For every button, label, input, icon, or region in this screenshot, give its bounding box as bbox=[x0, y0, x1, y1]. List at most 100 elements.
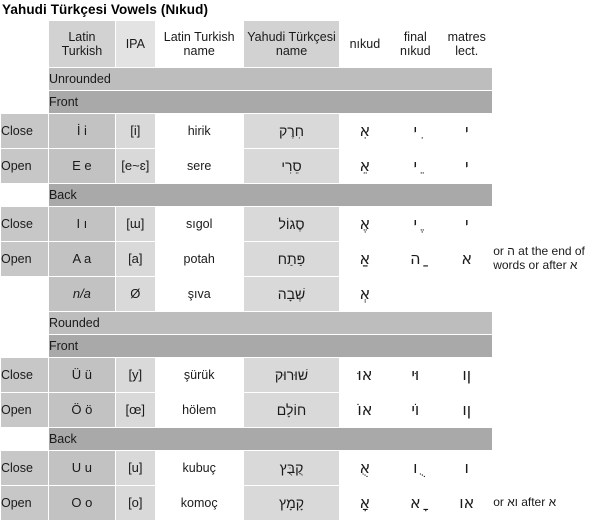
row-ipa: [a] bbox=[114, 241, 156, 277]
row-latin-turkish: Ü ü bbox=[47, 357, 116, 393]
row-matres: י bbox=[440, 113, 494, 149]
row-nikud: אָ bbox=[339, 485, 391, 521]
row-latin-name: şürük bbox=[154, 357, 244, 393]
row-latin-turkish: E e bbox=[47, 148, 116, 184]
table-row: Close I ı [ɯ] sıgol סֶגוֹל אֶ ֶי י bbox=[0, 206, 600, 242]
row-matres: י bbox=[440, 148, 494, 184]
table-row: Close İ i [i] hirik חִרֶק אִ ִי י bbox=[0, 113, 600, 149]
row-yahudi-name: סֶגוֹל bbox=[242, 206, 341, 242]
table-row: Open O o [o] komoç קָמָץ אָ ָא או or וא … bbox=[0, 485, 600, 521]
row-latin-turkish: İ i bbox=[47, 113, 116, 149]
header-nikud: nıkud bbox=[339, 20, 391, 68]
header-latin-turkish-name: Latin Turkish name bbox=[154, 20, 244, 68]
row-final-nikud: וֹי bbox=[389, 392, 442, 428]
band-gutter bbox=[0, 334, 49, 358]
row-matres bbox=[440, 276, 494, 312]
row-ipa: [u] bbox=[114, 450, 156, 486]
header-latin-turkish: Latin Turkish bbox=[47, 20, 116, 68]
row-yahudi-name: קָמָץ bbox=[242, 485, 341, 521]
header-corner-blank bbox=[0, 20, 49, 68]
row-ipa: [œ] bbox=[114, 392, 156, 428]
band-gutter bbox=[0, 67, 49, 91]
row-position: Open bbox=[0, 241, 49, 277]
group-band-back: Back bbox=[47, 427, 494, 451]
row-final-nikud: ֵי bbox=[389, 148, 442, 184]
row-final-nikud: ַה bbox=[389, 241, 442, 277]
row-nikud: אִ bbox=[339, 113, 391, 149]
table-row: Open E e [e~ɛ] sere סֵרִי אֵ ֵי י bbox=[0, 148, 600, 184]
band-spacer bbox=[492, 311, 600, 335]
band-gutter bbox=[0, 90, 49, 114]
row-yahudi-name: חִרֶק bbox=[242, 113, 341, 149]
row-matres: י bbox=[440, 206, 494, 242]
row-nikud: אַ bbox=[339, 241, 391, 277]
row-latin-turkish: O o bbox=[47, 485, 116, 521]
vowels-table: Latin Turkish IPA Latin Turkish name Yah… bbox=[0, 20, 600, 521]
band-spacer bbox=[492, 90, 600, 114]
row-matres: ןו bbox=[440, 392, 494, 428]
section-band-row: Rounded bbox=[0, 311, 600, 335]
table-row: n/a Ø şıva שְׁבָה אְ bbox=[0, 276, 600, 312]
group-band-back: Back bbox=[47, 183, 494, 207]
band-gutter bbox=[0, 311, 49, 335]
row-position: Close bbox=[0, 113, 49, 149]
row-latin-name: şıva bbox=[154, 276, 244, 312]
row-note bbox=[492, 450, 600, 486]
row-nikud: אֶ bbox=[339, 206, 391, 242]
row-position: Open bbox=[0, 148, 49, 184]
row-nikud: אוּ bbox=[339, 357, 391, 393]
row-position bbox=[0, 276, 49, 312]
section-band-unrounded: Unrounded bbox=[47, 67, 494, 91]
row-note bbox=[492, 392, 600, 428]
section-band-row: Unrounded bbox=[0, 67, 600, 91]
group-band-row: Back bbox=[0, 427, 600, 451]
row-nikud: אֵ bbox=[339, 148, 391, 184]
row-yahudi-name: קֻבֻּץ bbox=[242, 450, 341, 486]
row-final-nikud: ֻו bbox=[389, 450, 442, 486]
row-final-nikud: וּי bbox=[389, 357, 442, 393]
row-note: or ה at the end of words or after א bbox=[492, 241, 600, 277]
row-latin-turkish: I ı bbox=[47, 206, 116, 242]
row-ipa: [y] bbox=[114, 357, 156, 393]
row-yahudi-name: סֵרִי bbox=[242, 148, 341, 184]
band-spacer bbox=[492, 334, 600, 358]
row-position: Close bbox=[0, 206, 49, 242]
row-latin-turkish: U u bbox=[47, 450, 116, 486]
row-matres: ןו bbox=[440, 357, 494, 393]
table-header-row: Latin Turkish IPA Latin Turkish name Yah… bbox=[0, 20, 600, 68]
row-final-nikud: ִי bbox=[389, 113, 442, 149]
row-yahudi-name: שְׁבָה bbox=[242, 276, 341, 312]
row-matres: או bbox=[440, 485, 494, 521]
row-yahudi-name: שׁוּרוּק bbox=[242, 357, 341, 393]
row-latin-name: sıgol bbox=[154, 206, 244, 242]
row-note bbox=[492, 148, 600, 184]
table-row: Open Ö ö [œ] hölem חוֹלָם אוֹ וֹי ןו bbox=[0, 392, 600, 428]
header-ipa: IPA bbox=[114, 20, 156, 68]
row-note bbox=[492, 357, 600, 393]
row-ipa: [i] bbox=[114, 113, 156, 149]
row-yahudi-name: פַּתַח bbox=[242, 241, 341, 277]
table-row: Open A a [a] potah פַּתַח אַ ַה א or ה a… bbox=[0, 241, 600, 277]
row-position: Close bbox=[0, 357, 49, 393]
row-position: Close bbox=[0, 450, 49, 486]
row-note: or וא after א bbox=[492, 485, 600, 521]
row-ipa: [e~ɛ] bbox=[114, 148, 156, 184]
row-yahudi-name: חוֹלָם bbox=[242, 392, 341, 428]
group-band-row: Front bbox=[0, 90, 600, 114]
row-latin-turkish: n/a bbox=[47, 276, 116, 312]
row-final-nikud bbox=[389, 276, 442, 312]
table-row: Close U u [u] kubuç קֻבֻּץ אֻ ֻו ו bbox=[0, 450, 600, 486]
row-ipa: [ɯ] bbox=[114, 206, 156, 242]
header-yahudi-turkcesi-name: Yahudi Türkçesi name bbox=[242, 20, 341, 68]
row-latin-name: komoç bbox=[154, 485, 244, 521]
row-matres: א bbox=[440, 241, 494, 277]
row-note bbox=[492, 206, 600, 242]
row-latin-name: hirik bbox=[154, 113, 244, 149]
header-notes-blank bbox=[492, 20, 600, 68]
row-latin-turkish: Ö ö bbox=[47, 392, 116, 428]
page-title: Yahudi Türkçesi Vowels (Nıkud) bbox=[2, 2, 209, 17]
row-ipa: [o] bbox=[114, 485, 156, 521]
row-latin-name: potah bbox=[154, 241, 244, 277]
row-latin-name: sere bbox=[154, 148, 244, 184]
band-gutter bbox=[0, 427, 49, 451]
